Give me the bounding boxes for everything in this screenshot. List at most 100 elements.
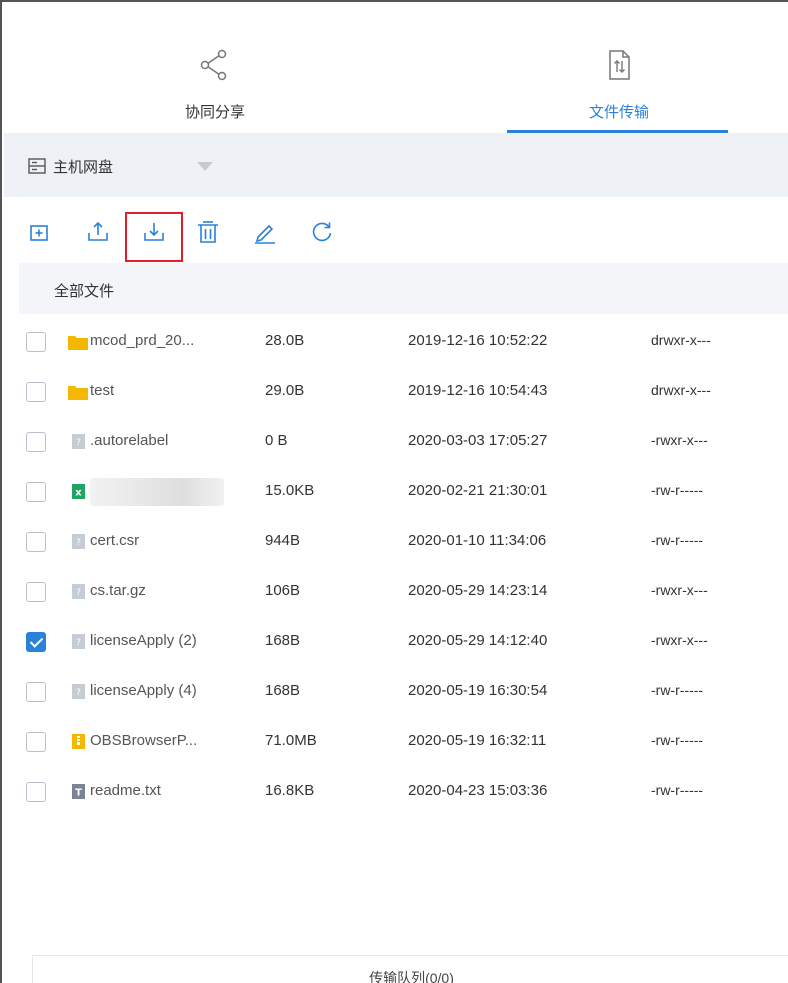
svg-text:?: ?	[76, 588, 81, 598]
text-file-icon: T	[72, 784, 85, 799]
breadcrumb-all-files[interactable]: 全部文件	[54, 280, 114, 301]
file-size: 168B	[265, 682, 301, 699]
refresh-button[interactable]	[309, 219, 335, 245]
file-name: test	[90, 382, 115, 399]
file-permissions: drwxr-x---	[651, 382, 711, 398]
upload-button[interactable]	[85, 219, 111, 245]
file-date: 2019-12-16 10:52:22	[408, 332, 548, 349]
unknown-file-icon: ?	[72, 534, 85, 549]
row-checkbox[interactable]	[26, 682, 46, 702]
row-checkbox[interactable]	[26, 532, 46, 552]
file-date: 2019-12-16 10:54:43	[408, 382, 548, 399]
file-name: cert.csr	[90, 532, 140, 549]
new-folder-icon	[30, 225, 48, 241]
refresh-icon	[312, 222, 332, 242]
toolbar	[4, 212, 788, 262]
file-date: 2020-02-21 21:30:01	[408, 482, 548, 499]
table-row[interactable]: ? cert.csr 944B 2020-01-10 11:34:06 -rw-…	[4, 518, 788, 568]
file-name: OBSBrowserP...	[90, 732, 198, 749]
unknown-file-icon: ?	[72, 684, 85, 699]
file-name: licenseApply (2)	[90, 632, 197, 649]
svg-text:?: ?	[76, 688, 81, 698]
delete-button[interactable]	[195, 219, 221, 245]
row-checkbox[interactable]	[26, 482, 46, 502]
file-size: 16.8KB	[265, 782, 315, 799]
folder-icon	[68, 336, 88, 350]
disk-selector[interactable]: 主机网盘	[4, 133, 788, 197]
table-row[interactable]: ? .autorelabel 0 B 2020-03-03 17:05:27 -…	[4, 418, 788, 468]
file-size: 29.0B	[265, 382, 305, 399]
table-row[interactable]: T readme.txt 16.8KB 2020-04-23 15:03:36 …	[4, 768, 788, 818]
file-permissions: -rwxr-x---	[651, 632, 708, 648]
file-size: 28.0B	[265, 332, 305, 349]
file-permissions: -rwxr-x---	[651, 432, 708, 448]
upload-icon	[88, 221, 108, 241]
file-name: readme.txt	[90, 782, 161, 799]
row-checkbox[interactable]	[26, 582, 46, 602]
svg-text:x: x	[75, 488, 82, 499]
tab-label-share: 协同分享	[184, 104, 245, 121]
row-checkbox[interactable]	[26, 332, 46, 352]
row-checkbox[interactable]	[26, 382, 46, 402]
file-name: cs.tar.gz	[90, 582, 146, 599]
file-size: 71.0MB	[265, 732, 317, 749]
share-icon	[200, 49, 227, 81]
file-date: 2020-01-10 11:34:06	[408, 532, 547, 549]
chevron-down-icon[interactable]	[197, 162, 213, 171]
breadcrumb: 全部文件	[19, 263, 788, 314]
file-date: 2020-05-29 14:12:40	[408, 632, 548, 649]
unknown-file-icon: ?	[72, 434, 85, 449]
rename-icon	[255, 224, 275, 244]
table-row[interactable]: x 15.0KB 2020-02-21 21:30:01 -rw-r-----	[4, 468, 788, 518]
file-transfer-icon	[609, 50, 630, 80]
file-date: 2020-05-29 14:23:14	[408, 582, 548, 599]
transfer-queue-label: 传输队列(0/0)	[369, 970, 454, 983]
svg-text:?: ?	[76, 638, 81, 648]
file-date: 2020-04-23 15:03:36	[408, 782, 548, 799]
tab-label-transfer: 文件传输	[588, 104, 649, 121]
tab-bar: 协同分享 文件传输	[2, 22, 788, 133]
svg-text:?: ?	[76, 438, 81, 448]
svg-text:T: T	[75, 788, 82, 799]
disk-icon	[28, 158, 46, 174]
row-checkbox[interactable]	[26, 782, 46, 802]
table-row[interactable]: mcod_prd_20... 28.0B 2019-12-16 10:52:22…	[4, 318, 788, 368]
table-row[interactable]: ? licenseApply (4) 168B 2020-05-19 16:30…	[4, 668, 788, 718]
file-name: mcod_prd_20...	[90, 332, 195, 349]
redacted-file-name	[90, 478, 224, 506]
row-checkbox-checked[interactable]	[26, 632, 46, 652]
file-date: 2020-05-19 16:30:54	[408, 682, 548, 699]
row-checkbox[interactable]	[26, 432, 46, 452]
excel-file-icon: x	[72, 484, 85, 499]
transfer-queue[interactable]: 传输队列(0/0)	[32, 955, 788, 983]
disk-label: 主机网盘	[53, 159, 114, 176]
tab-file-transfer[interactable]: 文件传输	[499, 22, 739, 133]
file-name: licenseApply (4)	[90, 682, 197, 699]
file-name: .autorelabel	[90, 432, 169, 449]
delete-icon	[198, 221, 218, 243]
folder-icon	[68, 386, 88, 400]
file-permissions: -rw-r-----	[651, 532, 704, 548]
download-highlight	[125, 212, 183, 262]
archive-file-icon	[72, 734, 85, 749]
tab-collab-share[interactable]: 协同分享	[95, 22, 335, 133]
unknown-file-icon: ?	[72, 634, 85, 649]
row-checkbox[interactable]	[26, 732, 46, 752]
table-row[interactable]: test 29.0B 2019-12-16 10:54:43 drwxr-x--…	[4, 368, 788, 418]
table-row[interactable]: ? licenseApply (2) 168B 2020-05-29 14:12…	[4, 618, 788, 668]
svg-text:?: ?	[76, 538, 81, 548]
file-permissions: -rw-r-----	[651, 732, 704, 748]
file-permissions: -rw-r-----	[651, 782, 704, 798]
file-transfer-panel: 协同分享 文件传输 主机网盘 全部文件 mcod_prd_20... 28.0B…	[0, 0, 788, 983]
new-folder-button[interactable]	[26, 219, 52, 245]
rename-button[interactable]	[252, 219, 278, 245]
file-size: 15.0KB	[265, 482, 315, 499]
file-date: 2020-03-03 17:05:27	[408, 432, 548, 449]
file-size: 944B	[265, 532, 301, 549]
file-date: 2020-05-19 16:32:11	[408, 732, 547, 749]
table-row[interactable]: OBSBrowserP... 71.0MB 2020-05-19 16:32:1…	[4, 718, 788, 768]
file-size: 106B	[265, 582, 301, 599]
table-row[interactable]: ? cs.tar.gz 106B 2020-05-29 14:23:14 -rw…	[4, 568, 788, 618]
unknown-file-icon: ?	[72, 584, 85, 599]
file-size: 0 B	[265, 432, 288, 449]
